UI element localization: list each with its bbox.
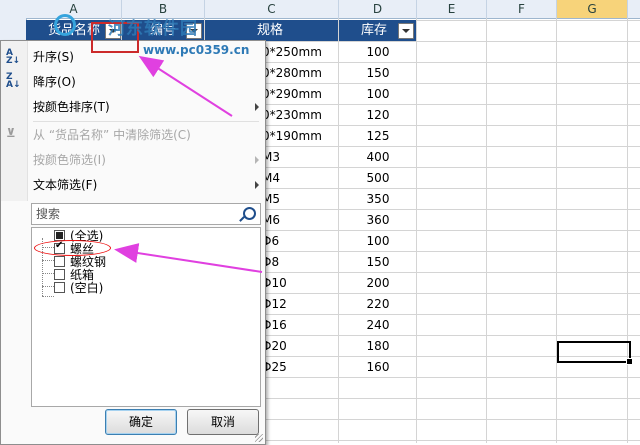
watermark-text: 河东软件园 <box>108 19 198 39</box>
arrow-to-filter-button <box>138 55 233 117</box>
watermark-url: www.pc0359.cn <box>143 43 250 57</box>
arrow-to-checked-item <box>114 243 263 273</box>
site-logo-icon <box>54 14 76 36</box>
annotation-arrows <box>114 55 263 273</box>
